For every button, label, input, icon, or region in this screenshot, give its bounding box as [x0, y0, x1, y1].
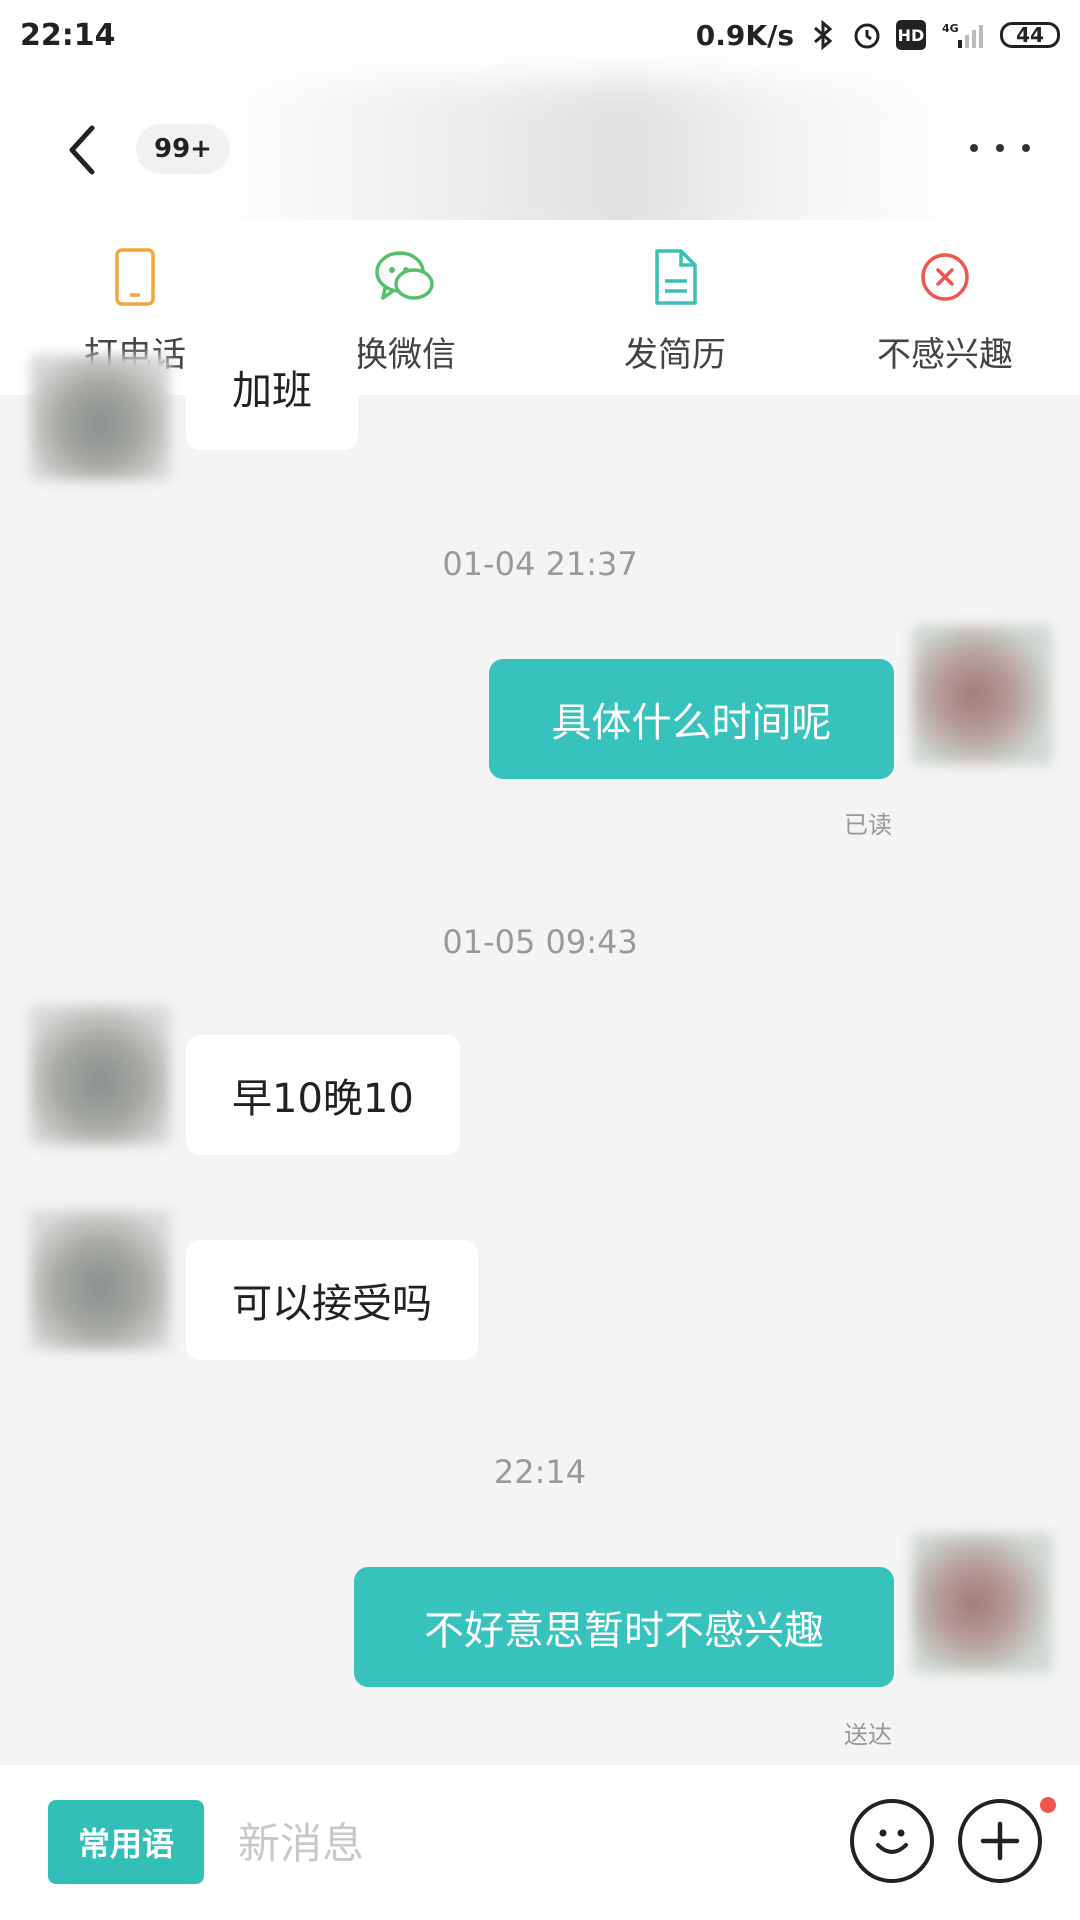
resume-label: 发简历 — [624, 335, 726, 375]
message-bubble-outgoing[interactable]: 不好意思暂时不感兴趣 — [354, 1567, 894, 1687]
more-dot-icon — [996, 144, 1004, 152]
message-input-bar: 常用语 — [0, 1765, 1080, 1920]
more-dot-icon — [1022, 144, 1030, 152]
timestamp: 01-05 09:43 — [442, 923, 638, 961]
message-bubble-incoming[interactable]: 可以接受吗 — [186, 1240, 478, 1360]
more-options-button[interactable] — [970, 130, 1030, 166]
hd-icon: HD — [896, 20, 926, 50]
quick-phrases-button[interactable]: 常用语 — [48, 1800, 204, 1884]
notification-dot — [1040, 1797, 1056, 1813]
alarm-icon — [852, 20, 882, 50]
message-text: 可以接受吗 — [232, 1281, 432, 1327]
contact-avatar[interactable] — [30, 1210, 170, 1350]
more-dot-icon — [970, 144, 978, 152]
phone-icon — [103, 245, 167, 309]
delivered-receipt: 送达 — [844, 1721, 892, 1749]
message-text: 不好意思暂时不感兴趣 — [424, 1608, 824, 1654]
status-bar: 22:14 0.9K/s HD 4G 44 — [0, 0, 1080, 70]
message-bubble-incoming[interactable]: 加班 — [186, 330, 358, 450]
chat-header: 99+ — [0, 70, 1080, 250]
more-attachments-button[interactable] — [958, 1799, 1042, 1883]
message-bubble-incoming[interactable]: 早10晚10 — [186, 1035, 460, 1155]
timestamp: 22:14 — [493, 1453, 587, 1491]
plus-icon — [980, 1821, 1020, 1861]
clock: 22:14 — [20, 17, 116, 53]
back-button[interactable] — [62, 120, 102, 180]
message-bubble-outgoing[interactable]: 具体什么时间呢 — [489, 659, 894, 779]
bluetooth-icon — [808, 20, 838, 50]
not-interested-label: 不感兴趣 — [877, 335, 1013, 375]
message-text: 具体什么时间呢 — [551, 700, 832, 746]
message-input[interactable] — [236, 1800, 800, 1886]
timestamp: 01-04 21:37 — [442, 545, 638, 583]
status-icons: 0.9K/s HD 4G 44 — [696, 19, 1060, 52]
battery-indicator: 44 — [1000, 22, 1060, 48]
send-resume-button[interactable]: 发简历 — [540, 220, 810, 395]
not-interested-button[interactable]: 不感兴趣 — [810, 220, 1080, 395]
chevron-left-icon — [69, 125, 95, 175]
svg-text:4G: 4G — [942, 22, 959, 35]
wechat-icon — [373, 245, 437, 309]
smiley-icon — [876, 1829, 908, 1854]
signal-icon: 4G — [940, 20, 986, 50]
unread-count-badge: 99+ — [136, 124, 230, 174]
contact-avatar[interactable] — [30, 355, 170, 480]
wechat-label: 换微信 — [354, 335, 456, 375]
my-avatar[interactable] — [912, 1533, 1052, 1673]
message-text: 早10晚10 — [232, 1076, 414, 1122]
document-icon — [643, 245, 707, 309]
my-avatar[interactable] — [912, 625, 1052, 765]
message-text: 加班 — [232, 368, 312, 414]
emoji-button[interactable] — [850, 1799, 934, 1883]
network-speed: 0.9K/s — [695, 18, 794, 52]
read-receipt: 已读 — [844, 811, 892, 839]
contact-avatar[interactable] — [30, 1005, 170, 1145]
close-circle-icon — [913, 245, 977, 309]
chat-area[interactable]: 加班 01-04 21:37 具体什么时间呢 已读 01-05 09:43 早1… — [0, 330, 1080, 1765]
